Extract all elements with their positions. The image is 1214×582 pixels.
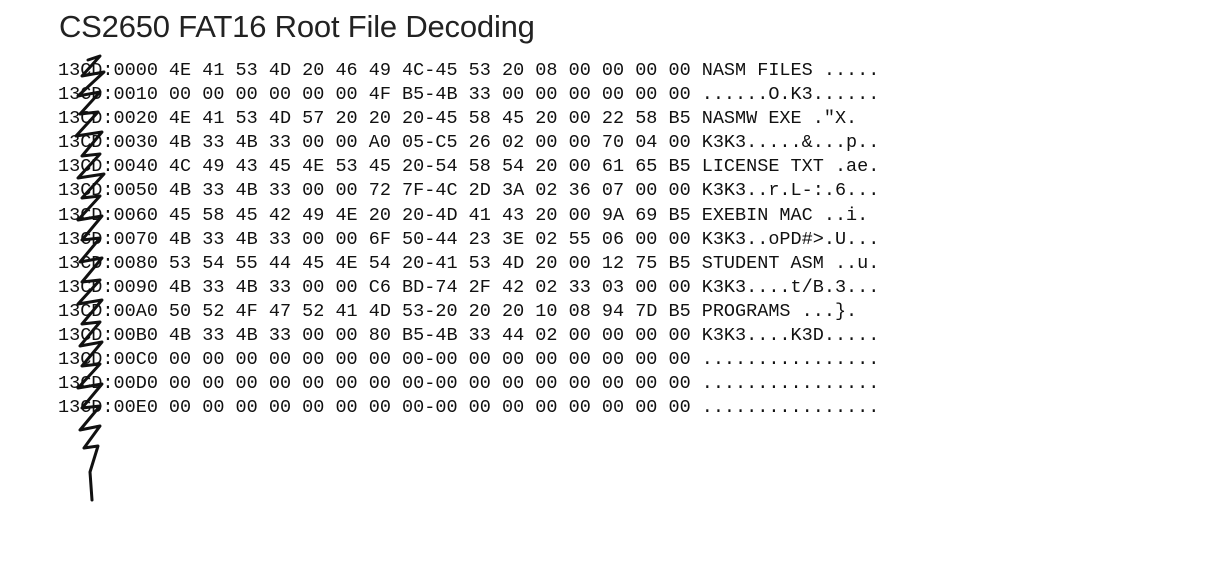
dump-row-address: 13CD:0090 [58,276,158,298]
dump-row-hex-bytes: 4E 41 53 4D 20 46 49 4C-45 53 20 08 00 0… [168,60,691,81]
dump-row-address: 13CD:0060 [58,204,158,226]
dump-row-ascii: NASM FILES ..... [701,60,880,81]
dump-row-address: 13CD:0030 [58,132,158,154]
dump-row-ascii: EXEBIN MAC ..i. [701,204,869,226]
dump-row: 13CD:0090 4B 33 4B 33 00 00 C6 BD-74 2F 4… [58,276,879,300]
dump-row-ascii: NASMW EXE ."X. [701,108,858,130]
dump-row: 13CD:0010 00 00 00 00 00 00 4F B5-4B 33 0… [58,83,879,107]
dump-row-ascii: LICENSE TXT .ae. [701,156,880,178]
dump-row: 13CD:0040 4C 49 43 45 4E 53 45 20-54 58 5… [58,155,879,179]
dump-row-hex-bytes: 00 00 00 00 00 00 00 00-00 00 00 00 00 0… [168,373,691,395]
dump-row-hex-bytes: 4B 33 4B 33 00 00 A0 05-C5 26 02 00 00 7… [168,132,691,154]
dump-row-hex-bytes: 4E 41 53 4D 57 20 20 20-45 58 45 20 00 2… [168,108,691,130]
dump-row-address: 13CD:0080 [58,252,158,274]
dump-row: 13CD:0020 4E 41 53 4D 57 20 20 20-45 58 4… [58,107,879,131]
dump-row-address: 13CD:0020 [58,108,158,130]
dump-row-address: 13CD:00E0 [58,397,158,419]
dump-row-hex-bytes: 00 00 00 00 00 00 00 00-00 00 00 00 00 0… [168,397,691,419]
dump-row-ascii: K3K3....t/B.3... [701,276,880,298]
dump-row-hex-bytes: 4C 49 43 45 4E 53 45 20-54 58 54 20 00 6… [168,156,691,178]
dump-row: 13CD:00C0 00 00 00 00 00 00 00 00-00 00 0… [58,348,879,372]
dump-row: 13CD:0030 4B 33 4B 33 00 00 A0 05-C5 26 0… [58,131,879,155]
dump-row: 13CD:0050 4B 33 4B 33 00 00 72 7F-4C 2D 3… [58,179,879,203]
dump-row-address: 13CD:0040 [58,156,158,178]
dump-row-ascii: K3K3....K3D..... [701,325,880,347]
dump-row-hex-bytes: 00 00 00 00 00 00 4F B5-4B 33 00 00 00 0… [168,84,691,106]
dump-row-hex-bytes: 45 58 45 42 49 4E 20 20-4D 41 43 20 00 9… [168,204,691,226]
dump-row-hex-bytes: 50 52 4F 47 52 41 4D 53-20 20 20 10 08 9… [168,300,691,322]
page-title: CS2650 FAT16 Root File Decoding [59,9,535,44]
dump-row: 13CD:0060 45 58 45 42 49 4E 20 20-4D 41 4… [58,204,879,228]
dump-row-ascii: ................ [701,373,880,395]
dump-row-address: 13CD:0050 [58,180,158,202]
dump-row-ascii: ................ [701,397,880,419]
dump-row: 13CD:00B0 4B 33 4B 33 00 00 80 B5-4B 33 4… [58,324,879,348]
dump-row: 13CD:0070 4B 33 4B 33 00 00 6F 50-44 23 3… [58,228,879,252]
dump-row-hex-bytes: 4B 33 4B 33 00 00 6F 50-44 23 3E 02 55 0… [168,228,691,250]
dump-row-address: 13CD:0000 [58,60,158,81]
dump-row-ascii: K3K3..r.L-:.6... [701,180,880,202]
dump-row-address: 13CD:00B0 [58,325,158,347]
dump-row: 13CD:0080 53 54 55 44 45 4E 54 20-41 53 4… [58,252,879,276]
dump-row-hex-bytes: 4B 33 4B 33 00 00 C6 BD-74 2F 42 02 33 0… [168,276,691,298]
dump-row-ascii: ................ [701,349,880,371]
dump-row: 13CD:00D0 00 00 00 00 00 00 00 00-00 00 0… [58,372,879,396]
dump-row-address: 13CD:00C0 [58,349,158,371]
dump-row: 13CD:00A0 50 52 4F 47 52 41 4D 53-20 20 2… [58,300,879,324]
dump-row-ascii: PROGRAMS ...}. [701,300,858,322]
dump-row-hex-bytes: 53 54 55 44 45 4E 54 20-41 53 4D 20 00 1… [168,252,691,274]
dump-row-ascii: ......O.K3...... [701,84,880,106]
dump-row-address: 13CD:0070 [58,228,158,250]
dump-row: 13CD:0000 4E 41 53 4D 20 46 49 4C-45 53 2… [58,59,879,83]
dump-row-ascii: K3K3.....&...p.. [701,132,880,154]
dump-row-hex-bytes: 4B 33 4B 33 00 00 80 B5-4B 33 44 02 00 0… [168,325,691,347]
dump-row: 13CD:00E0 00 00 00 00 00 00 00 00-00 00 0… [58,396,879,420]
dump-row-address: 13CD:00A0 [58,300,158,322]
dump-row-address: 13CD:0010 [58,84,158,106]
dump-row-hex-bytes: 00 00 00 00 00 00 00 00-00 00 00 00 00 0… [168,349,691,371]
dump-row-ascii: K3K3..oPD#>.U... [701,228,880,250]
dump-row-ascii: STUDENT ASM ..u. [701,252,880,274]
dump-row-hex-bytes: 4B 33 4B 33 00 00 72 7F-4C 2D 3A 02 36 0… [168,180,691,202]
hex-dump: 13CD:0000 4E 41 53 4D 20 46 49 4C-45 53 2… [58,59,879,420]
dump-row-address: 13CD:00D0 [58,373,158,395]
